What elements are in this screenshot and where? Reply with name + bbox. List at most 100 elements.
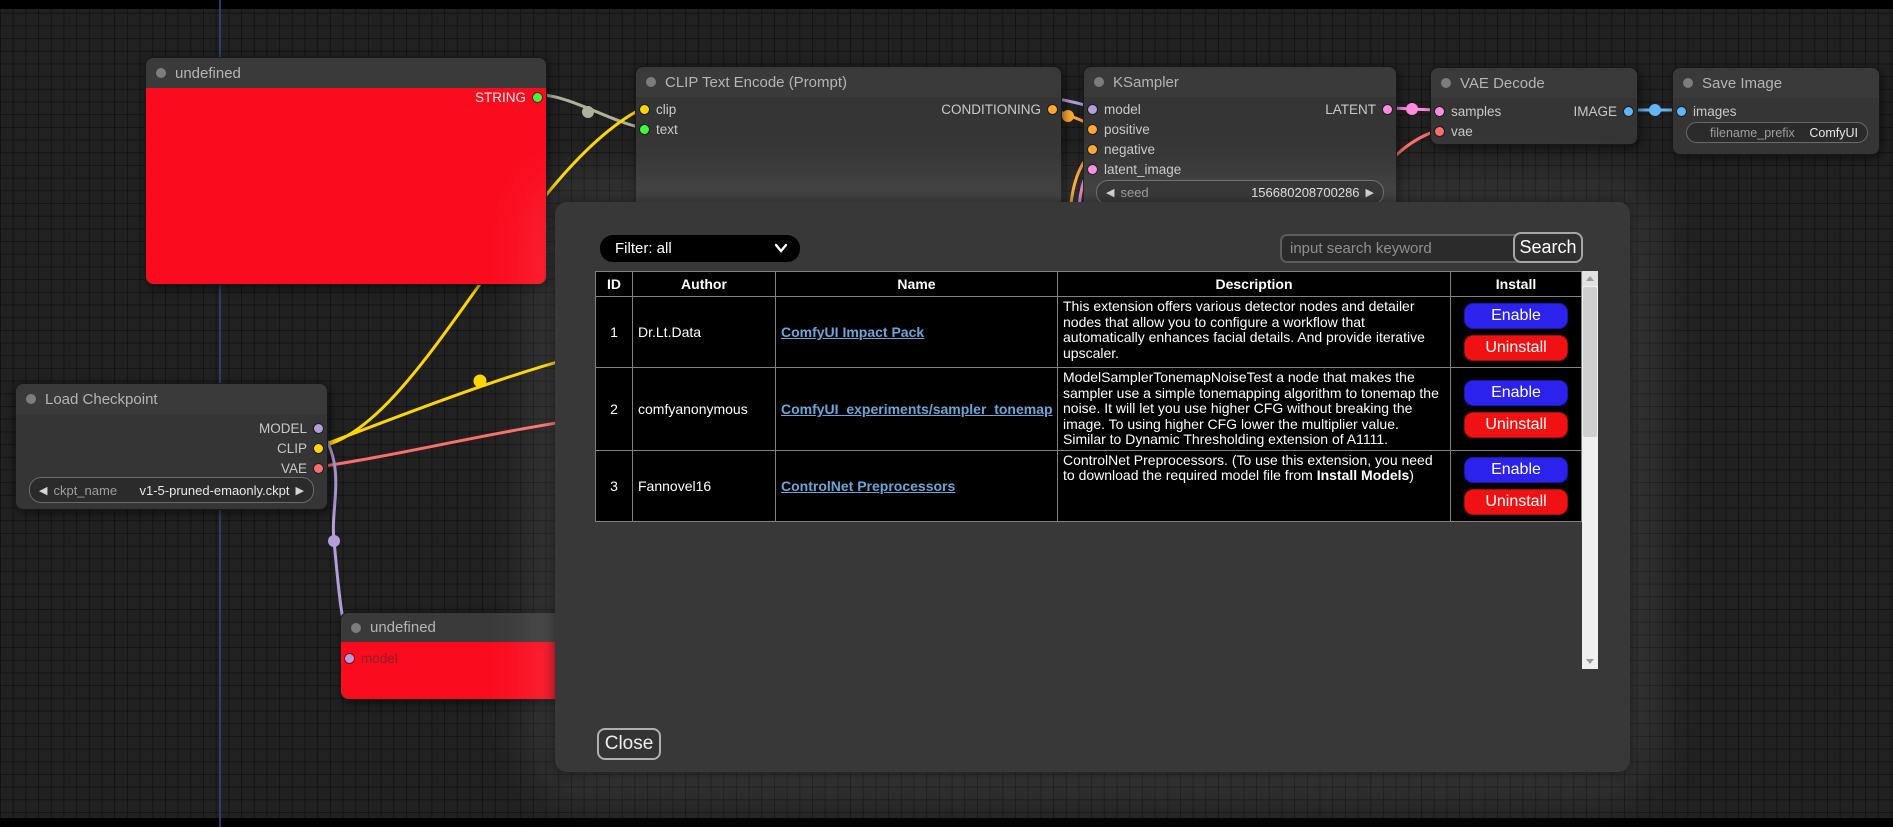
table-header-row: ID Author Name Description Install [596,272,1582,297]
wire-dot-string[interactable] [582,106,594,118]
model-slot-dot[interactable] [345,654,354,663]
node-undefined-top[interactable]: undefined STRING [145,57,547,285]
node-titlebar[interactable]: CLIP Text Encode (Prompt) [636,67,1061,97]
slot-label: model [361,651,398,666]
output-slot-model: MODEL [259,419,323,437]
node-titlebar[interactable]: Load Checkpoint [16,384,327,414]
wire-dot-clip[interactable] [474,375,487,388]
node-titlebar[interactable]: KSampler [1084,67,1396,97]
node-collapse-dot[interactable] [646,77,656,87]
close-button[interactable]: Close [597,728,661,760]
input-slot-negative: negative [1088,140,1155,158]
node-collapse-dot[interactable] [156,68,166,78]
extension-link[interactable]: ControlNet Preprocessors [781,478,955,494]
header-install: Install [1451,272,1582,297]
node-collapse-dot[interactable] [351,623,361,633]
uninstall-button[interactable]: Uninstall [1464,335,1568,361]
enable-button[interactable]: Enable [1464,303,1568,329]
latent-slot-dot[interactable] [1088,165,1097,174]
table-row: 3 Fannovel16 ControlNet Preprocessors Co… [596,450,1582,521]
extension-link[interactable]: ComfyUI_experiments/sampler_tonemap [781,401,1053,417]
slot-label: vae [1451,124,1473,139]
node-titlebar[interactable]: VAE Decode [1431,68,1637,98]
arrow-right-icon[interactable]: ▶ [1366,186,1374,199]
description-text: This extension offers various detector n… [1063,298,1425,361]
node-collapse-dot[interactable] [1094,77,1104,87]
slot-label: text [656,122,678,137]
node-title: CLIP Text Encode (Prompt) [665,74,847,91]
slot-label: samples [1451,104,1501,119]
slot-label: clip [656,102,676,117]
wire-dot-cond[interactable] [1062,110,1074,122]
string-slot-dot[interactable] [533,93,542,102]
uninstall-button[interactable]: Uninstall [1464,412,1568,438]
scrollbar-thumb[interactable] [1583,287,1597,437]
arrow-left-icon[interactable]: ◀ [39,484,47,497]
slot-label: images [1693,104,1737,119]
node-clip-text-encode[interactable]: CLIP Text Encode (Prompt) clip text COND… [635,66,1062,216]
wire-dot-latent[interactable] [1406,103,1418,115]
input-slot-model: model [345,649,398,667]
node-ksampler[interactable]: KSampler model positive negative latent_… [1083,66,1397,213]
image-slot-dot[interactable] [1624,107,1633,116]
scroll-down-icon [1586,659,1594,664]
output-slot-vae: VAE [281,459,323,477]
clip-slot-dot[interactable] [640,105,649,114]
cell-author: Fannovel16 [633,450,776,521]
model-slot-dot[interactable] [1088,105,1097,114]
conditioning-slot-dot[interactable] [1048,105,1057,114]
widget-value: 156680208700286 [1251,185,1359,200]
search-input[interactable] [1280,234,1526,263]
wire-dot-image[interactable] [1649,104,1661,116]
widget-value: ComfyUI [1809,126,1858,140]
latent-out-slot-dot[interactable] [1383,105,1392,114]
arrow-left-icon[interactable]: ◀ [1106,186,1114,199]
clip-out-slot-dot[interactable] [314,444,323,453]
slot-label: CLIP [277,441,307,456]
extension-link[interactable]: ComfyUI Impact Pack [781,324,924,340]
samples-slot-dot[interactable] [1435,107,1444,116]
node-collapse-dot[interactable] [1683,78,1693,88]
input-slot-positive: positive [1088,120,1150,138]
negative-slot-dot[interactable] [1088,145,1097,154]
uninstall-button[interactable]: Uninstall [1464,489,1568,515]
cell-description: ModelSamplerTonemapNoiseTest a node that… [1058,368,1451,451]
node-collapse-dot[interactable] [26,394,36,404]
input-slot-images: images [1677,102,1737,120]
node-title: KSampler [1113,74,1179,91]
output-slot-string: STRING [475,88,542,106]
node-titlebar[interactable]: undefined [146,58,546,88]
node-vae-decode[interactable]: VAE Decode samples vae IMAGE [1430,67,1638,145]
images-slot-dot[interactable] [1677,107,1686,116]
slot-label: model [1104,102,1141,117]
filter-select[interactable]: Filter: all [600,235,800,262]
arrow-right-icon[interactable]: ▶ [296,484,304,497]
input-slot-clip: clip [640,100,676,118]
filename-prefix-widget[interactable]: filename_prefix ComfyUI [1686,122,1868,143]
slot-label: negative [1104,142,1155,157]
node-title: undefined [370,619,436,636]
node-title: Save Image [1702,75,1782,92]
vae-slot-dot[interactable] [1435,127,1444,136]
input-slot-vae: vae [1435,122,1473,140]
node-titlebar[interactable]: Save Image [1673,68,1879,98]
search-button[interactable]: Search [1513,232,1583,263]
cell-description: ControlNet Preprocessors. (To use this e… [1058,450,1451,521]
text-slot-dot[interactable] [640,125,649,134]
table-scrollbar[interactable] [1582,271,1598,669]
model-out-slot-dot[interactable] [314,424,323,433]
table-row: 1 Dr.Lt.Data ComfyUI Impact Pack This ex… [596,297,1582,368]
widget-value: v1-5-pruned-emaonly.ckpt [139,483,289,498]
output-slot-conditioning: CONDITIONING [941,100,1057,118]
scroll-down-button[interactable] [1582,654,1598,669]
node-save-image[interactable]: Save Image images filename_prefix ComfyU… [1672,67,1880,155]
positive-slot-dot[interactable] [1088,125,1097,134]
scroll-up-button[interactable] [1582,271,1598,286]
ckpt-name-widget[interactable]: ◀ ckpt_name v1-5-pruned-emaonly.ckpt ▶ [29,477,314,503]
enable-button[interactable]: Enable [1464,457,1568,483]
node-collapse-dot[interactable] [1441,78,1451,88]
enable-button[interactable]: Enable [1464,380,1568,406]
wire-dot-model[interactable] [328,535,340,547]
vae-out-slot-dot[interactable] [314,464,323,473]
node-load-checkpoint[interactable]: Load Checkpoint MODEL CLIP VAE ◀ ckpt_na… [15,383,328,510]
